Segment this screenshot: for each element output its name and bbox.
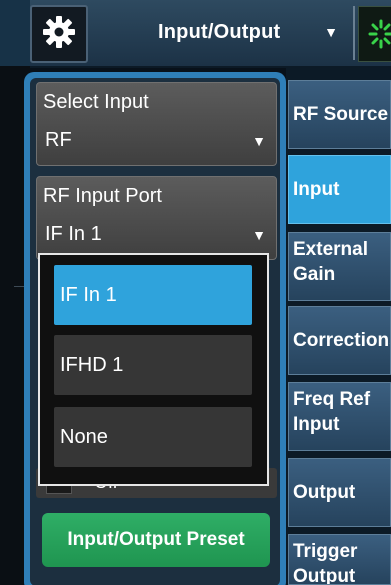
softkey-label: Input [293,179,340,200]
rf-input-port-value: IF In 1 [45,223,102,245]
select-input-value: RF [45,129,72,151]
softkey-corrections[interactable]: Corrections [288,306,391,375]
rf-input-port-field[interactable]: RF Input Port IF In 1 ▼ [36,176,277,260]
chevron-down-icon: ▼ [252,133,266,149]
select-input-label: Select Input [43,91,149,113]
softkey-label-line1: Freq Ref [293,389,371,410]
softkey-label-line1: Trigger [293,541,358,562]
chevron-down-icon: ▼ [252,227,266,243]
softkey-label-line2: Gain [293,264,336,285]
input-output-preset-button[interactable]: Input/Output Preset [42,513,270,567]
sweep-spinner-icon [359,19,391,65]
rf-input-port-label: RF Input Port [43,185,162,207]
dropdown-option-none[interactable]: None [54,407,252,467]
left-edge-tick [14,286,24,287]
softkey-trigger-output[interactable]: Trigger Output [288,534,391,585]
softkey-label: RF Source [293,104,389,125]
dropdown-option-if-in-1[interactable]: IF In 1 [54,265,252,325]
softkey-label-line2: Output [293,566,356,585]
softkey-output[interactable]: Output [288,458,391,527]
softkey-label: Output [293,482,356,503]
softkey-label-line1: External [293,239,368,260]
softkey-input[interactable]: Input [288,155,391,224]
softkey-freq-ref-input[interactable]: Freq Ref Input [288,382,391,451]
top-left-edge [0,0,30,66]
dropdown-option-ifhd-1[interactable]: IFHD 1 [54,335,252,395]
menu-title-dropdown[interactable]: Input/Output ▼ [96,8,346,56]
top-bar: Input/Output ▼ [0,0,391,68]
header-divider [353,6,355,60]
instrument-screen: Input/Output ▼ Select Input RF ▼ RF Inpu… [0,0,391,585]
sweep-button[interactable] [358,6,391,62]
softkey-label: Corrections [293,330,391,351]
softkey-label-line2: Input [293,414,340,435]
select-input-field[interactable]: Select Input RF ▼ [36,82,277,166]
softkey-rf-source[interactable]: RF Source [288,80,391,149]
settings-button[interactable] [30,5,88,63]
softkey-external-gain[interactable]: External Gain [288,232,391,301]
rf-input-port-dropdown: IF In 1 IFHD 1 None [38,253,269,486]
menu-title: Input/Output [158,20,281,43]
gear-icon [42,15,76,54]
chevron-down-icon: ▼ [324,24,338,40]
